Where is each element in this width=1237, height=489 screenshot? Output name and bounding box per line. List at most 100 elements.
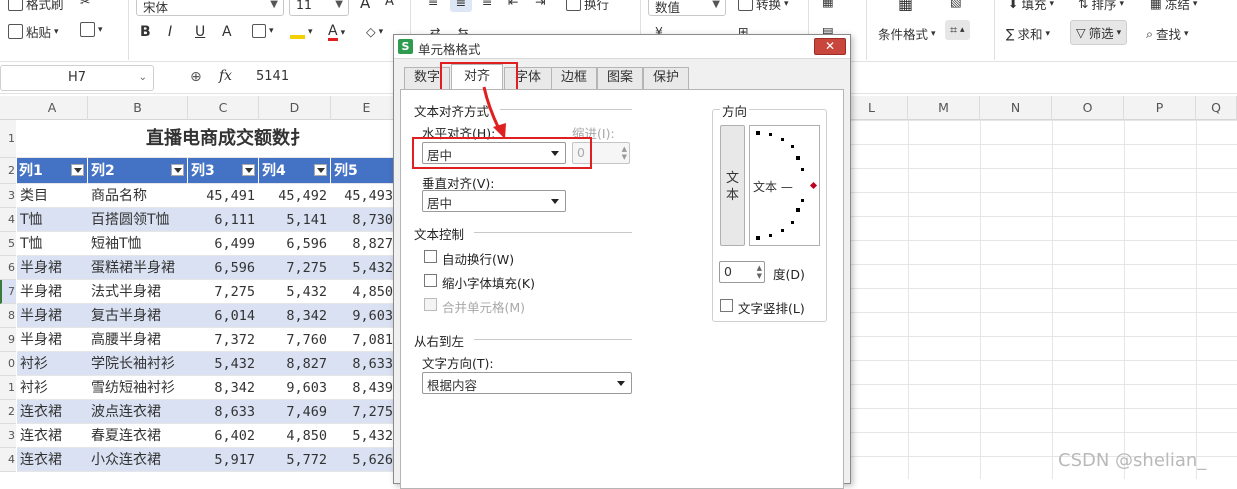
table-cell[interactable]: 5,626 (331, 448, 397, 472)
dial-handle-icon[interactable] (809, 181, 818, 190)
paste-button[interactable]: 粘贴 ▾ (8, 22, 59, 41)
table-cell[interactable]: 4,850 (331, 280, 397, 304)
table-cell[interactable]: 8,342 (259, 304, 331, 328)
table-cell[interactable]: T恤 (17, 208, 88, 232)
row-header[interactable]: 1 (0, 376, 16, 400)
font-size-select[interactable]: 11 ▼ (289, 0, 349, 16)
table-cell[interactable]: 8,730 (331, 208, 397, 232)
table-cell[interactable]: 6,111 (188, 208, 259, 232)
table-cell[interactable]: 5,772 (259, 448, 331, 472)
table-cell[interactable]: 9,603 (331, 304, 397, 328)
filter-dropdown-icon[interactable] (171, 164, 184, 176)
underline-icon[interactable]: U (195, 24, 205, 40)
row-header[interactable]: 2 (0, 158, 16, 184)
table-cell[interactable]: 9,603 (259, 376, 331, 400)
table-style-icon[interactable]: ▦ (822, 0, 834, 9)
column-header[interactable]: C (188, 96, 259, 120)
increase-font-icon[interactable]: A (360, 0, 370, 12)
table-cell[interactable]: 4,850 (259, 424, 331, 448)
row-header[interactable]: 2 (0, 400, 16, 424)
table-cell[interactable]: 6,499 (188, 232, 259, 256)
filter-dropdown-icon[interactable] (71, 164, 84, 176)
tab-pattern[interactable]: 图案 (597, 67, 643, 89)
font-color-button[interactable]: A ▾ (328, 24, 345, 41)
row-header[interactable]: 3 (0, 184, 16, 208)
empty-cells[interactable] (851, 120, 1237, 479)
merge-cells-checkbox[interactable] (424, 298, 437, 311)
table-cell[interactable]: 8,633 (331, 352, 397, 376)
fill-button[interactable]: ⬇ 填充 ▾ (1008, 0, 1054, 13)
vertical-text-button[interactable]: 文本 (720, 125, 745, 246)
close-button[interactable]: ✕ (814, 38, 846, 55)
row-header-selected[interactable]: 7 (0, 280, 16, 304)
table-cell[interactable]: 半身裙 (17, 280, 88, 304)
bold-icon[interactable]: B (140, 24, 151, 40)
table-cell[interactable]: 短袖T恤 (88, 232, 188, 256)
column-header[interactable]: N (980, 96, 1052, 120)
find-button[interactable]: ⌕ 查找 ▾ (1146, 24, 1189, 43)
text-direction-select[interactable]: 根据内容 (422, 372, 632, 394)
table-header-cell[interactable]: 列1 (17, 158, 88, 184)
table-cell[interactable]: 衬衫 (17, 376, 88, 400)
table-cell[interactable]: 7,275 (188, 280, 259, 304)
table-cell[interactable]: 连衣裙 (17, 400, 88, 424)
table-cell[interactable]: 高腰半身裙 (88, 328, 188, 352)
table-cell[interactable]: 7,275 (331, 400, 397, 424)
table-cell[interactable]: 7,372 (188, 328, 259, 352)
tab-protection[interactable]: 保护 (643, 67, 689, 89)
style-icon[interactable]: ▧ (950, 0, 962, 9)
table-cell[interactable]: 5,432 (188, 352, 259, 376)
font-name-select[interactable]: 宋体 ▼ (136, 0, 284, 16)
formula-input[interactable]: 5141 (256, 69, 289, 84)
table-header-cell[interactable]: 列2 (88, 158, 188, 184)
border-button[interactable]: ▾ (252, 24, 274, 38)
column-header[interactable]: P (1124, 96, 1196, 120)
column-header[interactable]: B (88, 96, 188, 120)
align-top-icon[interactable]: ≡ (428, 0, 438, 9)
tab-border[interactable]: 边框 (551, 67, 597, 89)
table-cell[interactable]: 8,633 (188, 400, 259, 424)
number-format-select[interactable]: 数值 ▼ (648, 0, 726, 16)
table-cell[interactable]: 5,432 (259, 280, 331, 304)
degree-spinner[interactable]: 0 ▲ ▼ (719, 261, 765, 283)
crop-button[interactable]: ⌗ ▴ (945, 20, 970, 40)
format-painter-button[interactable]: 格式刷 (8, 0, 64, 13)
align-middle-icon[interactable]: ≡ (450, 0, 472, 12)
indent-increase-icon[interactable]: ⇥ (535, 0, 545, 9)
italic-icon[interactable]: I (168, 24, 172, 40)
clear-button[interactable]: ◇ ▾ (366, 24, 383, 39)
strikethrough-icon[interactable]: A (222, 24, 232, 40)
table-cell[interactable]: 5,141 (259, 208, 331, 232)
table-cell[interactable]: 7,081 (331, 328, 397, 352)
table-cell[interactable]: 半身裙 (17, 304, 88, 328)
spinner-arrows-icon[interactable]: ▲ ▼ (622, 145, 627, 161)
dialog-title-bar[interactable]: S 单元格格式 ✕ (394, 35, 850, 59)
fill-color-button[interactable]: ▾ (290, 24, 313, 39)
freeze-button[interactable]: ▦ 冻结 ▾ (1150, 0, 1197, 13)
shrink-to-fit-checkbox[interactable] (424, 274, 437, 287)
table-cell[interactable]: 7,760 (259, 328, 331, 352)
filter-dropdown-icon[interactable] (242, 164, 255, 176)
table-cell[interactable]: 半身裙 (17, 256, 88, 280)
vertical-align-select[interactable]: 居中 (422, 190, 566, 212)
sheet-title[interactable]: 直播电商成交额数扌 (17, 120, 397, 158)
table-cell[interactable]: 45,493 (331, 184, 397, 208)
table-cell[interactable]: T恤 (17, 232, 88, 256)
table-cell[interactable]: 8,827 (259, 352, 331, 376)
table-cell[interactable]: 5,432 (331, 256, 397, 280)
column-header[interactable]: D (259, 96, 331, 120)
name-box[interactable]: H7 ⌄ (0, 65, 154, 91)
decrease-font-icon[interactable]: A (385, 0, 394, 9)
table-cell[interactable]: 类目 (17, 184, 88, 208)
table-cell[interactable]: 波点连衣裙 (88, 400, 188, 424)
table-cell[interactable]: 7,275 (259, 256, 331, 280)
table-cell[interactable]: 5,432 (331, 424, 397, 448)
sort-button[interactable]: ⇅ 排序 ▾ (1078, 0, 1124, 13)
table-cell[interactable]: 6,402 (188, 424, 259, 448)
row-header[interactable]: 1 (0, 120, 16, 158)
zoom-icon[interactable]: ⊕ (190, 69, 202, 85)
table-cell[interactable]: 学院长袖衬衫 (88, 352, 188, 376)
table-header-cell[interactable]: 列5 (331, 158, 397, 184)
align-bottom-icon[interactable]: ≡ (482, 0, 492, 9)
table-cell[interactable]: 45,492 (259, 184, 331, 208)
